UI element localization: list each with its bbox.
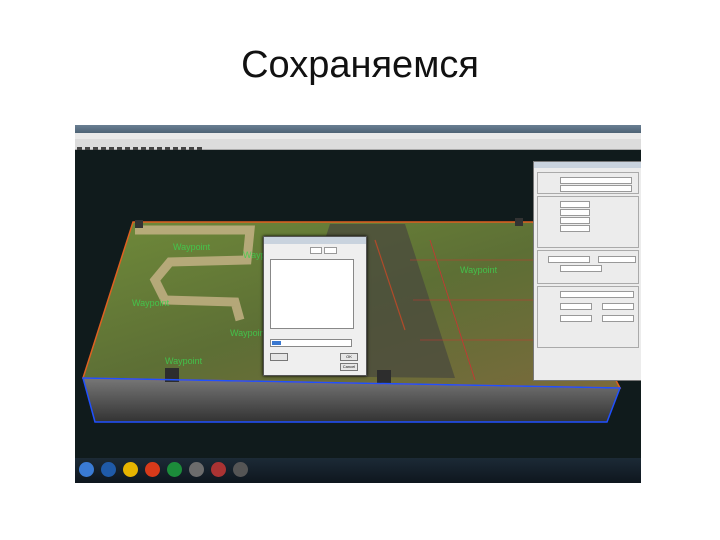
waypoint-label: Waypoint <box>230 328 268 338</box>
file-name-input[interactable] <box>270 339 352 347</box>
toolbar[interactable] <box>75 139 641 152</box>
waypoint-label: Waypoint <box>132 298 170 308</box>
map-file-list[interactable] <box>270 259 354 329</box>
properties-group-script <box>537 286 639 348</box>
dialog-title-bar <box>264 237 366 244</box>
taskbar-app-icon[interactable] <box>167 462 182 477</box>
taskbar-app-icon[interactable] <box>211 462 226 477</box>
start-button[interactable] <box>79 462 94 477</box>
stance-field[interactable] <box>560 225 590 232</box>
waypoint-label: Waypoint <box>165 356 203 366</box>
team-field[interactable] <box>560 185 632 192</box>
taskbar-app-icon[interactable] <box>101 462 116 477</box>
tab[interactable] <box>324 247 337 254</box>
aggressiveness-field[interactable] <box>560 217 590 224</box>
radius-field[interactable] <box>602 303 634 310</box>
taskbar-app-icon[interactable] <box>189 462 204 477</box>
position-x-field[interactable] <box>548 256 590 263</box>
position-y-field[interactable] <box>598 256 636 263</box>
taskbar <box>75 458 641 483</box>
properties-group-position <box>537 250 639 284</box>
editor-screenshot: Waypoint Waypoint Waypoint Waypoint Wayp… <box>75 125 641 483</box>
object-properties-panel[interactable] <box>533 161 641 381</box>
slide-title: Сохраняемся <box>241 44 479 86</box>
name-field[interactable] <box>560 177 632 184</box>
taskbar-app-icon[interactable] <box>145 462 160 477</box>
taskbar-app-icon[interactable] <box>123 462 138 477</box>
spawn-field[interactable] <box>560 303 592 310</box>
health-field[interactable] <box>560 201 590 208</box>
map-viewport[interactable]: Waypoint Waypoint Waypoint Waypoint Wayp… <box>75 150 641 458</box>
waypoint-label: Waypoint <box>460 265 498 275</box>
dialog-tabs[interactable] <box>310 247 339 254</box>
taskbar-app-icon[interactable] <box>233 462 248 477</box>
hp-field[interactable] <box>560 315 592 322</box>
save-map-dialog[interactable]: OK Cancel <box>263 236 367 376</box>
waypoint-label: Waypoint <box>173 242 211 252</box>
points-field[interactable] <box>602 315 634 322</box>
script-field[interactable] <box>560 291 634 298</box>
app-title-bar <box>75 125 641 133</box>
properties-title-bar <box>534 162 641 168</box>
properties-group-unit <box>537 196 639 248</box>
weapon-field[interactable] <box>560 265 602 272</box>
ok-button[interactable]: OK <box>340 353 358 361</box>
veterancy-field[interactable] <box>560 209 590 216</box>
dialog-left-button[interactable] <box>270 353 288 361</box>
tab[interactable] <box>310 247 323 254</box>
cancel-button[interactable]: Cancel <box>340 363 358 371</box>
properties-group-name <box>537 172 639 194</box>
